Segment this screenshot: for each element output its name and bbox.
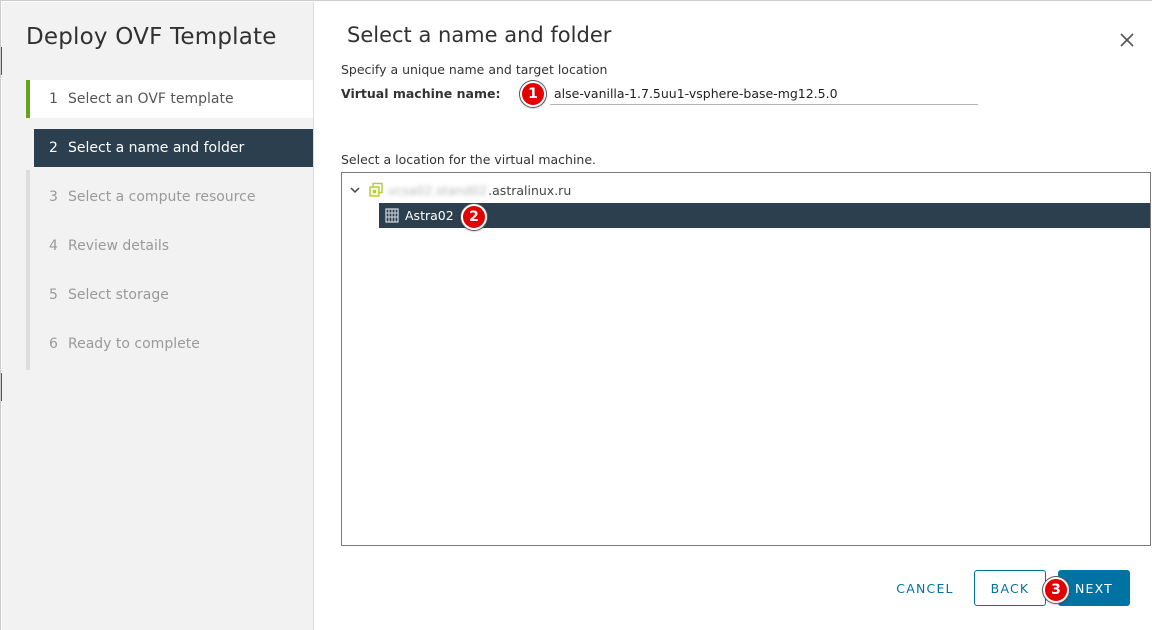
step-label: Select storage xyxy=(68,287,169,303)
step-select-name-folder[interactable]: 2 Select a name and folder xyxy=(34,129,313,167)
subtitle: Specify a unique name and target locatio… xyxy=(341,62,608,77)
close-icon xyxy=(1120,33,1134,47)
step-label: Select a name and folder xyxy=(68,140,245,156)
callout-badge-2: 2 xyxy=(461,204,487,230)
wizard-sidebar: Deploy OVF Template 1 Select an OVF templ… xyxy=(2,2,314,630)
tree-root-label-blurred: vcsa02.stand02 xyxy=(388,182,488,198)
back-button[interactable]: BACK xyxy=(974,570,1046,606)
step-label: Select a compute resource xyxy=(68,189,256,205)
step-number: 6 xyxy=(49,336,58,352)
tree-node-label: Astra02 xyxy=(405,208,454,223)
chevron-down-icon[interactable] xyxy=(348,183,362,197)
step-number: 2 xyxy=(49,140,58,156)
close-button[interactable] xyxy=(1116,29,1138,51)
vm-name-label: Virtual machine name: xyxy=(341,86,501,101)
tree-node-astra02[interactable]: Astra02 xyxy=(379,203,1150,228)
location-tree: vcsa02.stand02 .astralinux.ru Astra02 xyxy=(341,172,1151,546)
datacenter-icon xyxy=(385,208,399,223)
step-select-storage: 5 Select storage xyxy=(26,276,313,314)
step-number: 3 xyxy=(49,189,58,205)
callout-badge-1: 1 xyxy=(520,81,546,107)
step-number: 5 xyxy=(49,287,58,303)
wizard-steps: 1 Select an OVF template 2 Select a name a… xyxy=(26,80,313,374)
deploy-ovf-dialog: Deploy OVF Template 1 Select an OVF templ… xyxy=(0,0,1152,630)
step-select-compute-resource: 3 Select a compute resource xyxy=(26,178,313,216)
step-label: Review details xyxy=(68,238,170,254)
page-title: Select a name and folder xyxy=(347,23,612,47)
step-label: Ready to complete xyxy=(68,336,200,352)
step-ready-to-complete: 6 Ready to complete xyxy=(26,325,313,363)
location-label: Select a location for the virtual machin… xyxy=(341,152,597,167)
step-review-details: 4 Review details xyxy=(26,227,313,265)
step-label: Select an OVF template xyxy=(68,91,234,107)
step-number: 4 xyxy=(49,238,58,254)
tree-root-vcenter[interactable]: vcsa02.stand02 .astralinux.ru xyxy=(348,180,571,200)
dialog-title: Deploy OVF Template xyxy=(26,24,277,50)
tree-root-label: .astralinux.ru xyxy=(488,182,572,198)
vcenter-icon xyxy=(369,182,383,197)
step-select-ovf-template[interactable]: 1 Select an OVF template xyxy=(26,80,313,118)
step-number: 1 xyxy=(49,91,58,107)
cancel-button[interactable]: CANCEL xyxy=(888,570,962,606)
callout-badge-3: 3 xyxy=(1043,577,1069,603)
vm-name-input[interactable] xyxy=(550,82,978,105)
